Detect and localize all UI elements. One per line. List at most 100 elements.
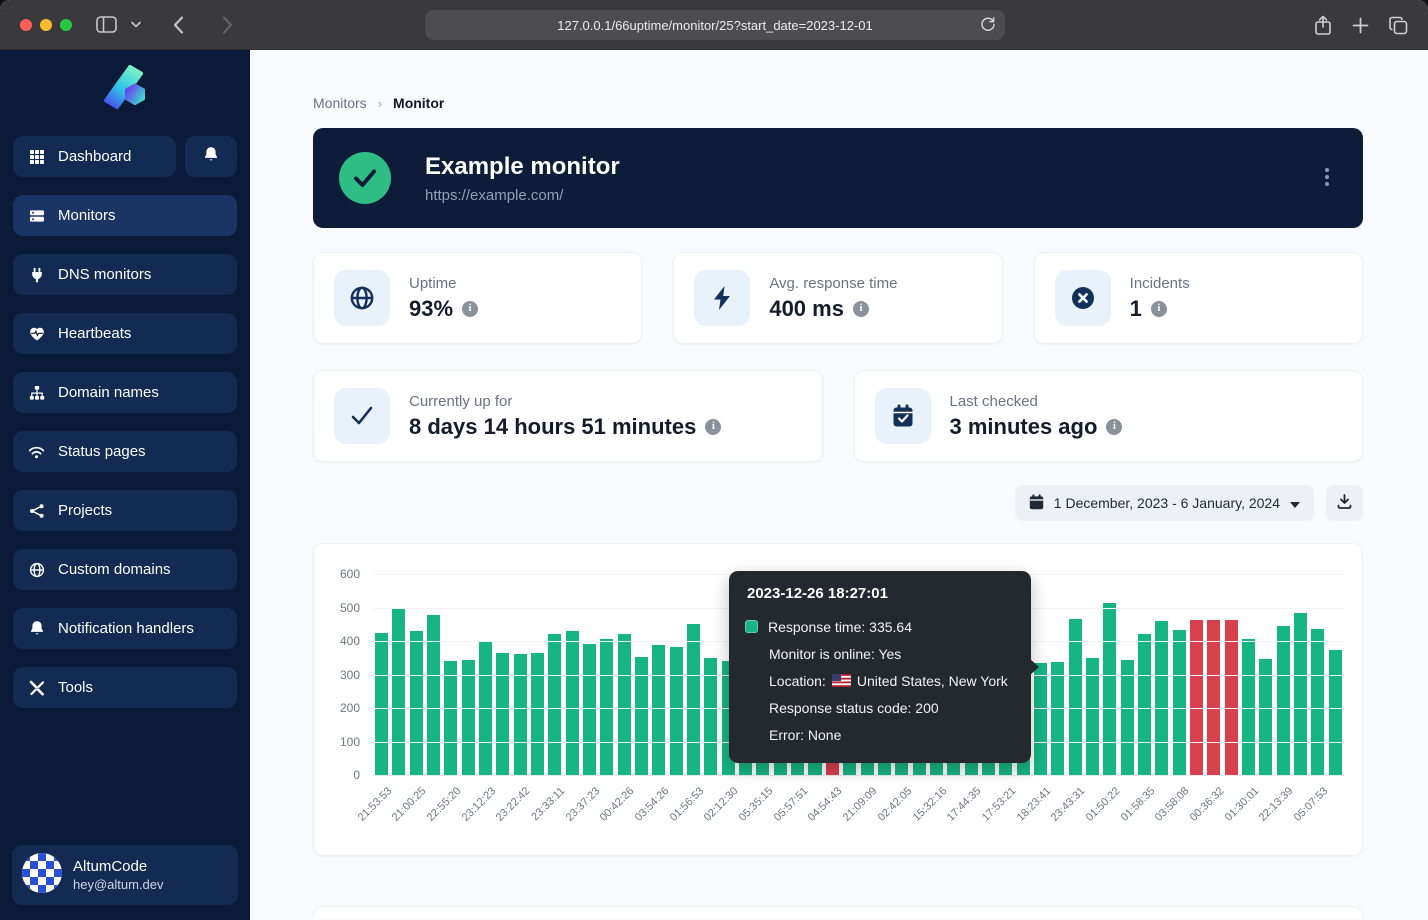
x-axis-tick-label: 23:22:42 bbox=[468, 785, 533, 850]
x-axis-tick-label: 02:12:30 bbox=[676, 785, 741, 850]
download-chart-button[interactable] bbox=[1326, 485, 1363, 521]
chart-bar-up[interactable] bbox=[652, 645, 665, 775]
sidebar-chevron-down-icon[interactable] bbox=[131, 21, 141, 28]
account-menu[interactable]: AltumCode hey@altum.dev bbox=[12, 845, 238, 905]
chart-bar-up[interactable] bbox=[1034, 663, 1047, 775]
response-time-chart: 21:53:5321:00:2522:55:2023:12:2323:22:42… bbox=[313, 543, 1363, 856]
zoom-window-button[interactable] bbox=[60, 19, 72, 31]
notifications-button[interactable] bbox=[185, 136, 237, 177]
download-icon bbox=[1337, 494, 1352, 512]
chart-bar-up[interactable] bbox=[410, 631, 423, 775]
sidebar-item-heartbeats[interactable]: Heartbeats bbox=[13, 313, 237, 354]
account-email: hey@altum.dev bbox=[73, 877, 164, 892]
chart-bar-down[interactable] bbox=[1190, 620, 1203, 775]
avatar bbox=[22, 853, 62, 898]
reload-icon[interactable] bbox=[980, 16, 996, 36]
back-button[interactable] bbox=[173, 16, 184, 34]
x-axis-tick-label: 04:54:43 bbox=[780, 785, 845, 850]
info-icon[interactable]: i bbox=[1151, 301, 1167, 317]
chart-bar-up[interactable] bbox=[618, 634, 631, 775]
globe-icon bbox=[334, 270, 390, 326]
date-range-picker[interactable]: 1 December, 2023 - 6 January, 2024 bbox=[1015, 485, 1314, 521]
address-bar[interactable]: 127.0.0.1/66uptime/monitor/25?start_date… bbox=[425, 10, 1005, 40]
avg-response-time-card: Avg. response time 400 msi bbox=[673, 252, 1002, 344]
sidebar-item-status-pages[interactable]: Status pages bbox=[13, 431, 237, 472]
altumcode-logo bbox=[99, 65, 151, 116]
sidebar-item-dashboard[interactable]: Dashboard bbox=[13, 136, 176, 177]
chart-bar-up[interactable] bbox=[1329, 650, 1342, 775]
x-axis-tick-label: 22:13:39 bbox=[1231, 785, 1296, 850]
new-tab-icon[interactable] bbox=[1352, 17, 1369, 34]
tooltip-status-code: Response status code: 200 bbox=[745, 694, 1015, 721]
chart-bar-up[interactable] bbox=[583, 644, 596, 775]
monitor-name: Example monitor bbox=[425, 153, 620, 181]
breadcrumb-chevron-icon: › bbox=[378, 96, 382, 111]
monitor-actions-kebab-icon[interactable] bbox=[1321, 164, 1333, 190]
chart-bar-up[interactable] bbox=[1259, 659, 1272, 775]
sidebar-item-dns-monitors[interactable]: DNS monitors bbox=[13, 254, 237, 295]
account-name: AltumCode bbox=[73, 858, 164, 875]
chart-bar-up[interactable] bbox=[444, 661, 457, 775]
x-axis-tick-label: 21:53:53 bbox=[329, 785, 394, 850]
share-icon[interactable] bbox=[1314, 15, 1332, 36]
x-axis-tick-label: 00:42:26 bbox=[572, 785, 637, 850]
x-axis-tick-label: 00:36:32 bbox=[1161, 785, 1226, 850]
sidebar-item-projects[interactable]: Projects bbox=[13, 490, 237, 531]
info-icon[interactable]: i bbox=[705, 419, 721, 435]
window-controls bbox=[20, 19, 72, 31]
chart-bar-up[interactable] bbox=[462, 660, 475, 775]
chart-bar-up[interactable] bbox=[1103, 603, 1116, 775]
tab-overview-icon[interactable] bbox=[1389, 16, 1408, 35]
sidebar-item-tools[interactable]: Tools bbox=[13, 667, 237, 708]
x-axis-tick-label: 03:58:08 bbox=[1127, 785, 1192, 850]
info-icon[interactable]: i bbox=[1106, 419, 1122, 435]
chart-gridline bbox=[373, 775, 1344, 776]
check-icon bbox=[334, 388, 390, 444]
sidebar-item-notification-handlers[interactable]: Notification handlers bbox=[13, 608, 237, 649]
info-icon[interactable]: i bbox=[853, 301, 869, 317]
chart-bar-up[interactable] bbox=[1294, 613, 1307, 775]
forward-button[interactable] bbox=[222, 16, 233, 34]
share-nodes-icon bbox=[28, 503, 45, 519]
chart-bar-up[interactable] bbox=[687, 624, 700, 775]
x-axis-tick-label: 17:44:35 bbox=[919, 785, 984, 850]
info-icon[interactable]: i bbox=[462, 301, 478, 317]
chart-bar-up[interactable] bbox=[548, 634, 561, 775]
uptime-card: Uptime 93%i bbox=[313, 252, 642, 344]
close-window-button[interactable] bbox=[20, 19, 32, 31]
chart-bar-up[interactable] bbox=[1173, 630, 1186, 775]
chart-bar-up[interactable] bbox=[514, 654, 527, 775]
sidebar-item-custom-domains[interactable]: Custom domains bbox=[13, 549, 237, 590]
chart-bar-up[interactable] bbox=[1277, 626, 1290, 775]
sidebar-item-domain-names[interactable]: Domain names bbox=[13, 372, 237, 413]
x-axis-tick-label: 23:43:31 bbox=[1023, 785, 1088, 850]
sidebar-item-monitors[interactable]: Monitors bbox=[13, 195, 237, 236]
y-axis-tick-label: 600 bbox=[314, 567, 360, 581]
chart-bar-down[interactable] bbox=[1225, 620, 1238, 775]
stat-label: Uptime bbox=[409, 275, 478, 292]
chart-bar-up[interactable] bbox=[566, 631, 579, 775]
breadcrumb-monitors-link[interactable]: Monitors bbox=[313, 95, 367, 111]
chart-bar-up[interactable] bbox=[1121, 660, 1134, 775]
minimize-window-button[interactable] bbox=[40, 19, 52, 31]
chart-bar-up[interactable] bbox=[427, 615, 440, 775]
chart-bar-up[interactable] bbox=[496, 653, 509, 775]
tooltip-timestamp: 2023-12-26 18:27:01 bbox=[745, 585, 1015, 602]
chart-bar-up[interactable] bbox=[375, 633, 388, 775]
chart-bar-up[interactable] bbox=[1051, 662, 1064, 775]
chart-bar-up[interactable] bbox=[1069, 619, 1082, 775]
chart-bar-up[interactable] bbox=[1086, 658, 1099, 775]
chart-bar-up[interactable] bbox=[670, 647, 683, 775]
chart-bar-down[interactable] bbox=[1207, 620, 1220, 775]
stat-label: Incidents bbox=[1130, 275, 1190, 292]
sidebar-toggle-icon[interactable] bbox=[96, 16, 117, 33]
last-checked-card: Last checked 3 minutes agoi bbox=[854, 370, 1364, 462]
overview-stats-row: Uptime 93%i Avg. response time 400 msi bbox=[313, 252, 1363, 344]
chart-bar-up[interactable] bbox=[1311, 629, 1324, 775]
chart-bar-up[interactable] bbox=[531, 653, 544, 775]
tooltip-series-marker bbox=[745, 620, 758, 633]
x-axis-tick-label: 01:30:01 bbox=[1196, 785, 1261, 850]
chart-bar-up[interactable] bbox=[392, 609, 405, 775]
chart-bar-up[interactable] bbox=[1138, 634, 1151, 775]
chart-bar-up[interactable] bbox=[1155, 621, 1168, 775]
